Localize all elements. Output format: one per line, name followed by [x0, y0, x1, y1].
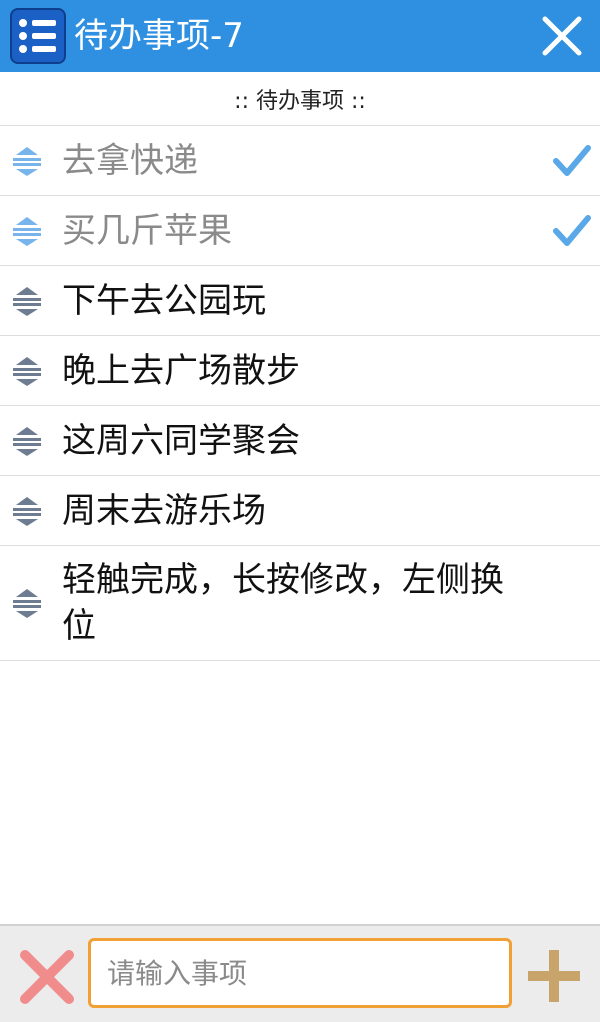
todo-item[interactable]: 周末去游乐场 — [0, 476, 600, 546]
drag-handle-icon[interactable] — [10, 425, 44, 457]
drag-handle-icon[interactable] — [10, 145, 44, 177]
todo-item[interactable]: 买几斤苹果 — [0, 196, 600, 266]
plus-icon — [528, 950, 580, 1002]
todo-item[interactable]: 去拿快递 — [0, 126, 600, 196]
todo-item[interactable]: 轻触完成，长按修改，左侧换位 — [0, 546, 600, 661]
todo-text: 买几斤苹果 — [62, 210, 232, 251]
todo-input[interactable] — [88, 938, 512, 1008]
clear-x-icon — [20, 950, 74, 1004]
todo-text: 去拿快递 — [62, 140, 198, 181]
todo-item[interactable]: 晚上去广场散步 — [0, 336, 600, 406]
todo-text: 轻触完成，长按修改，左侧换位 — [62, 560, 504, 646]
todo-text: 这周六同学聚会 — [62, 420, 300, 461]
page-title: 待办事项-7 — [74, 16, 244, 56]
section-header: :: 待办事项 :: — [0, 72, 600, 126]
drag-handle-icon[interactable] — [10, 495, 44, 527]
add-button[interactable] — [524, 946, 584, 1006]
todo-text: 下午去公园玩 — [62, 280, 266, 321]
check-icon — [553, 144, 591, 176]
close-button[interactable] — [536, 10, 588, 62]
drag-handle-icon[interactable] — [10, 285, 44, 317]
todo-text: 晚上去广场散步 — [62, 350, 300, 391]
todo-text: 周末去游乐场 — [62, 490, 266, 531]
drag-handle-icon[interactable] — [10, 587, 44, 619]
todo-item[interactable]: 下午去公园玩 — [0, 266, 600, 336]
drag-handle-icon[interactable] — [10, 355, 44, 387]
list-icon — [10, 8, 66, 64]
check-icon — [553, 214, 591, 246]
close-icon — [542, 16, 582, 56]
todo-item[interactable]: 这周六同学聚会 — [0, 406, 600, 476]
todo-list: 去拿快递 买几斤苹果 下午去公园玩 晚上去广场散步 这周六同学聚会 周末去游乐场… — [0, 126, 600, 661]
app-window: 待办事项-7 :: 待办事项 :: 去拿快递 买几斤苹果 下午去公园玩 晚上去广… — [0, 0, 600, 1022]
clear-button[interactable] — [18, 948, 76, 1006]
title-bar: 待办事项-7 — [0, 0, 600, 72]
input-bar — [0, 924, 600, 1022]
drag-handle-icon[interactable] — [10, 215, 44, 247]
